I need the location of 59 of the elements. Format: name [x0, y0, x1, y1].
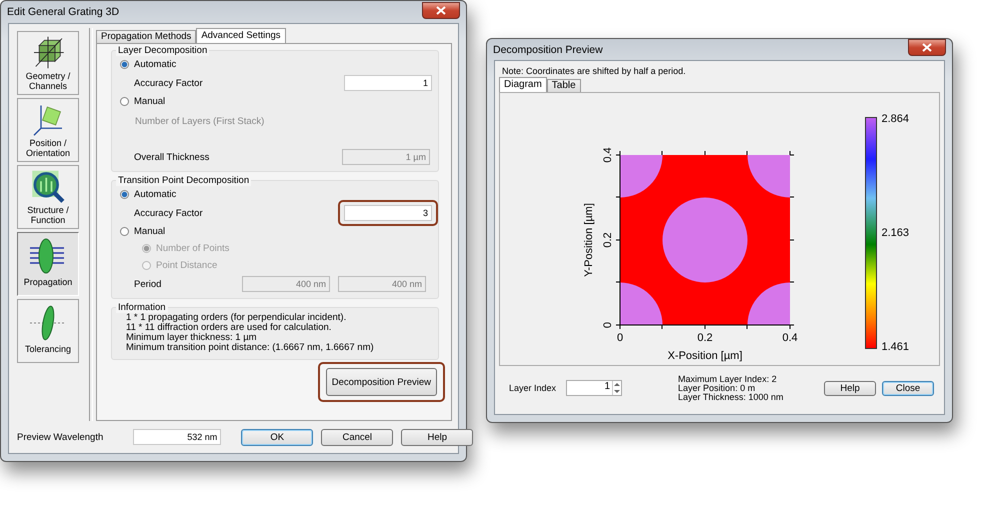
dialog-button[interactable]: Help [824, 380, 876, 396]
sidebar-item[interactable]: Structure / Function [17, 165, 79, 229]
group-title: Information [116, 302, 168, 313]
tab[interactable]: Propagation Methods [96, 30, 196, 43]
field-label: Accuracy Factor [134, 208, 203, 218]
dialog-button[interactable]: Close [882, 380, 934, 396]
layer-index-spinner[interactable]: 1 [566, 380, 622, 396]
tick-label: 0 [616, 332, 624, 344]
info-text: 11 * 11 diffraction orders are used for calculation. [125, 323, 332, 333]
radio-button[interactable]: Automatic [120, 186, 176, 203]
field-label: Overall Thickness [134, 152, 210, 162]
colorbar-label: 2.163 [881, 227, 909, 239]
field-label: Accuracy Factor [134, 78, 203, 88]
tick-label: 0 [602, 322, 614, 328]
tick-label: 0.2 [697, 332, 713, 344]
window-title: Decomposition Preview [493, 44, 603, 56]
tab[interactable]: Table [546, 79, 581, 92]
spin-arrows-icon[interactable] [613, 381, 622, 395]
close-button[interactable] [422, 2, 460, 18]
group-title: Layer Decomposition [116, 45, 210, 56]
sidebar-item[interactable]: Propagation [17, 232, 79, 296]
close-icon [922, 43, 932, 52]
radio-button[interactable]: Manual [120, 223, 166, 240]
dialog-button[interactable]: Help [401, 428, 474, 446]
axis-label: Y-Position [µm] [583, 203, 595, 277]
colorbar-label: 1.461 [881, 341, 909, 353]
sidebar-item[interactable]: Tolerancing [17, 299, 79, 363]
tab[interactable]: Diagram [499, 77, 547, 92]
field-label: Layer Index [509, 383, 556, 393]
info-text: Minimum transition point distance: (1.6667 nm, 1.6667 nm) [125, 343, 375, 353]
radio-button[interactable]: Manual [120, 93, 166, 110]
input-field[interactable]: 3 [344, 205, 432, 221]
info-text: Layer Position: 0 m [678, 384, 756, 392]
field-label: Period [134, 278, 162, 290]
sidebar-item[interactable]: Position / Orientation [17, 98, 79, 162]
axis-label: X-Position [µm] [668, 350, 742, 362]
dialog-button[interactable]: OK [241, 428, 314, 446]
decomposition-preview-button[interactable]: Decomposition Preview [326, 368, 437, 396]
field-label: Preview Wavelength [17, 432, 104, 442]
dialog-button[interactable]: Cancel [321, 428, 394, 446]
colorbar-label: 2.864 [881, 113, 909, 125]
note-text: Note: Coordinates are shifted by half a period. [501, 65, 687, 78]
info-text: Layer Thickness: 1000 nm [678, 392, 784, 402]
window-title: Edit General Grating 3D [7, 6, 120, 18]
group-title: Transition Point Decomposition [116, 175, 252, 186]
tick-label: 0.2 [602, 232, 614, 248]
info-text: Maximum Layer Index: 2 [678, 374, 778, 384]
tick-label: 0.4 [602, 147, 614, 163]
radio-button[interactable]: Automatic [120, 56, 176, 73]
input-field[interactable]: 1 [344, 75, 432, 91]
info-text: Minimum layer thickness: 1 µm [125, 333, 258, 343]
close-icon [436, 6, 446, 14]
close-button[interactable] [908, 39, 946, 56]
info-text: 1 * 1 propagating orders (for perpendicular incident). [125, 313, 348, 323]
tab[interactable]: Advanced Settings [196, 28, 286, 43]
sidebar-item[interactable]: Geometry / Channels [17, 31, 79, 95]
wavelength-field[interactable]: 532 nm [133, 429, 222, 445]
field-label: Number of Layers (First Stack) [134, 116, 266, 127]
tick-label: 0.4 [782, 332, 798, 344]
